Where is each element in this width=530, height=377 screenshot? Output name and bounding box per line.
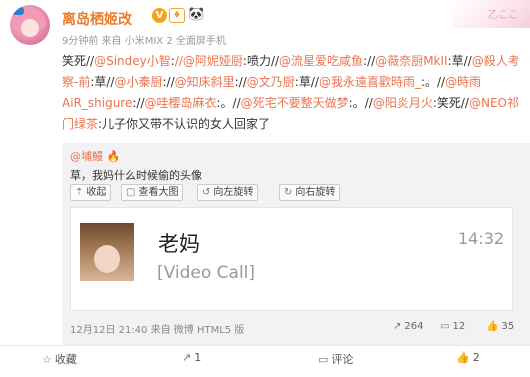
post-meta: 9分钟前 来自 小米MIX 2 全面屏手机	[62, 36, 226, 47]
post-text-fragment: :。//	[420, 75, 446, 89]
repost-text: 草，我妈什么时候偷的头像	[70, 169, 202, 182]
mention-link[interactable]: @哇樱岛麻衣	[145, 96, 217, 110]
divider	[0, 345, 530, 346]
post-text-fragment: ://	[363, 54, 376, 68]
call-time: 14:32	[458, 229, 505, 248]
post-text-fragment: :喷力//	[242, 54, 280, 68]
post-text-fragment: :儿子你又带不认识的女人回家了	[98, 117, 271, 131]
rotate-right-icon: ↻	[284, 187, 293, 198]
post-text-fragment: :草//	[447, 54, 472, 68]
comment-button[interactable]: ▭ 评论	[318, 351, 353, 367]
call-type: [Video Call]	[157, 263, 256, 283]
collapse-button[interactable]: ⇡ 收起	[70, 184, 112, 201]
mention-link[interactable]: //@阿妮娅厨	[175, 54, 243, 68]
thumb-up-icon: 👍	[456, 351, 470, 364]
zoom-icon: ▢	[126, 187, 136, 198]
post-text-fragment: :。//	[216, 96, 241, 110]
post-text-fragment: :草//	[90, 75, 115, 89]
rotate-left-icon: ↺	[202, 187, 211, 198]
mention-link[interactable]: @Sindey小智	[94, 54, 171, 68]
post-text: 笑死//@Sindey小智://@阿妮娅厨:喷力//@流星爱吃咸鱼://@薇奈厨…	[62, 51, 524, 135]
mention-link[interactable]: @薇奈厨MkII	[375, 54, 447, 68]
author-name[interactable]: 离岛栖姬改	[62, 9, 132, 29]
mention-link[interactable]: @小秦厨	[114, 75, 162, 89]
post-text-fragment: :。//	[348, 96, 373, 110]
contact-avatar	[80, 223, 134, 281]
mention-link[interactable]: @文乃厨	[247, 75, 295, 89]
contact-name: 老妈	[158, 232, 200, 256]
mention-link[interactable]: @阳炎月火	[373, 96, 433, 110]
post-text-fragment: ://	[132, 96, 145, 110]
rotate-left-button[interactable]: ↺ 向左旋转	[197, 184, 259, 201]
comment-icon: ▭	[440, 321, 450, 332]
repost-button[interactable]: ↗ 1	[182, 351, 201, 364]
repost-comment-count[interactable]: ▭ 12	[440, 321, 465, 332]
favorite-button[interactable]: ☆ 收藏	[42, 351, 77, 367]
star-icon: ☆	[42, 353, 52, 366]
repost-like-count[interactable]: 👍 35	[486, 321, 514, 332]
mention-link[interactable]: @我永遠喜歡時雨_	[319, 75, 421, 89]
post-text-fragment: 笑死//	[62, 54, 95, 68]
mention-link[interactable]: @知床斜里	[175, 75, 235, 89]
verified-badge-icon: V	[152, 8, 167, 23]
post-text-fragment: ://	[162, 75, 175, 89]
share-icon: ↗	[393, 321, 402, 332]
rotate-right-button[interactable]: ↻ 向右旋转	[279, 184, 341, 201]
comment-icon: ▭	[318, 353, 329, 366]
post-text-fragment: :草//	[294, 75, 319, 89]
mention-link[interactable]: @死宅不要整天做梦	[241, 96, 349, 110]
like-button[interactable]: 👍 2	[456, 351, 480, 364]
fire-badge-icon: 🔥	[106, 150, 121, 163]
fan-badge-icon: ♦	[169, 8, 185, 23]
view-large-button[interactable]: ▢ 查看大图	[121, 184, 184, 201]
repost-user[interactable]: @埔鰻 🔥	[70, 148, 120, 164]
collapse-icon: ⇡	[75, 187, 84, 198]
mention-link[interactable]: @流星爱吃咸鱼	[279, 54, 363, 68]
share-icon: ↗	[182, 351, 192, 364]
embedded-image[interactable]	[70, 207, 513, 311]
author-avatar[interactable]	[10, 5, 50, 45]
repost-meta: 12月12日 21:40 来自 微博 HTML5 版	[70, 325, 245, 336]
panda-icon: 🐼	[188, 7, 205, 22]
post-text-fragment: ://	[234, 75, 247, 89]
corner-decoration: 乙ここ	[452, 0, 530, 28]
repost-share-count[interactable]: ↗ 264	[393, 321, 423, 332]
post-text-fragment: :笑死//	[432, 96, 469, 110]
thumb-up-icon: 👍	[486, 321, 499, 332]
